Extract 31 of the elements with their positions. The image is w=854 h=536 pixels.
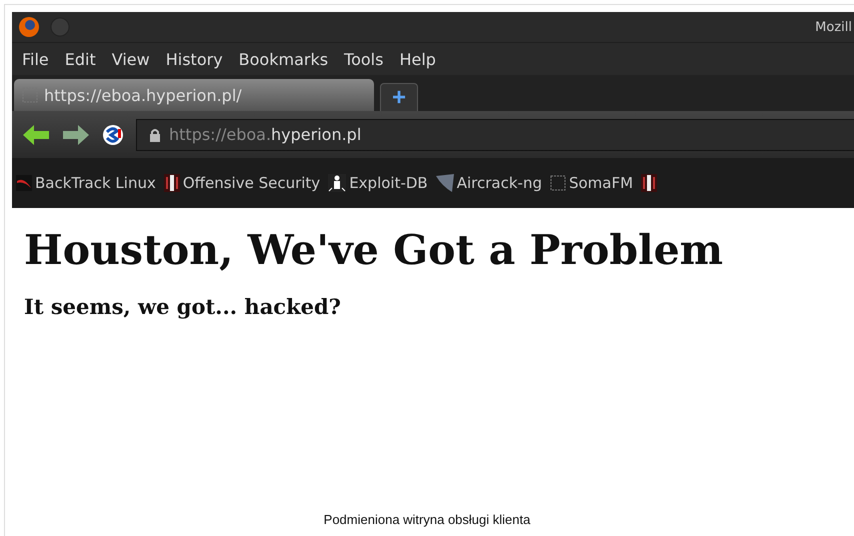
menu-item[interactable]: View (112, 50, 150, 68)
wing-icon (436, 174, 454, 192)
tower-icon (641, 174, 658, 192)
window-title: Mozill (815, 20, 852, 34)
page-heading: Houston, We've Got a Problem (24, 226, 724, 274)
lock-icon (149, 128, 161, 142)
tower-icon (164, 174, 180, 192)
url-text: https://eboa.hyperion.pl (169, 125, 362, 144)
caption: Podmieniona witryna obsługi klienta (324, 512, 530, 527)
dragon-icon (16, 175, 32, 191)
back-arrow-icon[interactable] (22, 124, 50, 146)
browser-tab[interactable]: https://eboa.hyperion.pl/ (14, 79, 374, 111)
forward-arrow-icon[interactable] (62, 124, 90, 146)
new-tab-button[interactable]: + (380, 83, 418, 111)
menu-item[interactable]: Tools (344, 50, 384, 68)
bookmark-link[interactable]: BackTrack Linux (35, 174, 156, 192)
bookmark-link[interactable]: Exploit-DB (349, 174, 428, 192)
bookmark-link[interactable]: SomaFM (568, 174, 634, 192)
address-bar[interactable]: https://eboa.hyperion.pl (136, 118, 854, 150)
menu-item[interactable]: History (166, 50, 223, 68)
bookmark-link[interactable]: Offensive Security (182, 174, 320, 192)
menu-item[interactable]: Help (399, 50, 436, 68)
menu-item[interactable]: Edit (64, 50, 96, 68)
menu-item[interactable]: File (22, 50, 49, 68)
firefox-logo-icon (18, 16, 40, 38)
s-badge-icon[interactable] (102, 124, 124, 146)
person-icon (328, 174, 346, 192)
bookmark-link[interactable]: Aircrack-ng (456, 174, 542, 192)
menu-item[interactable]: Bookmarks (238, 50, 328, 68)
blank-page-icon (550, 175, 566, 191)
page-subheading: It seems, we got... hacked? (24, 294, 342, 319)
